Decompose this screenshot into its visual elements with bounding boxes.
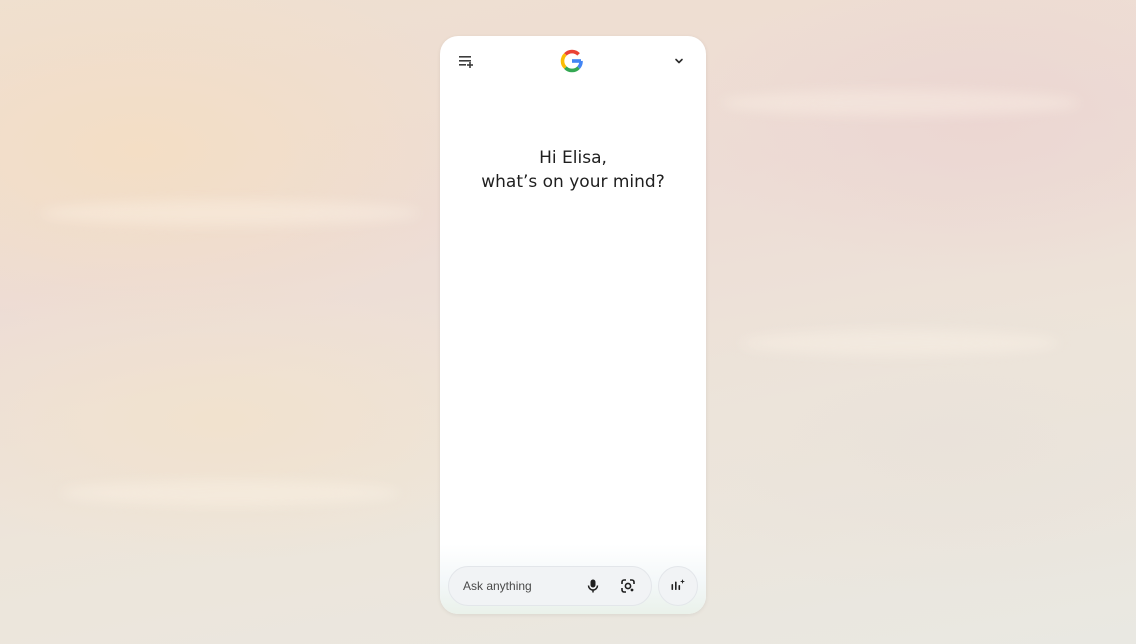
google-g-logo [559, 48, 585, 74]
top-bar [440, 36, 706, 86]
google-lens-icon[interactable] [618, 576, 638, 596]
chevron-down-icon[interactable] [669, 51, 689, 71]
greeting-line-1: Hi Elisa, [539, 148, 607, 168]
gemini-live-icon[interactable] [658, 566, 698, 606]
microphone-icon[interactable] [583, 576, 603, 596]
ask-input[interactable] [463, 567, 583, 605]
history-add-icon[interactable] [456, 51, 476, 71]
assistant-panel: Hi Elisa, what’s on your mind? [440, 36, 706, 614]
greeting-line-2: what’s on your mind? [481, 172, 665, 192]
ask-bar[interactable] [448, 566, 652, 606]
greeting-text: Hi Elisa, what’s on your mind? [440, 146, 706, 194]
